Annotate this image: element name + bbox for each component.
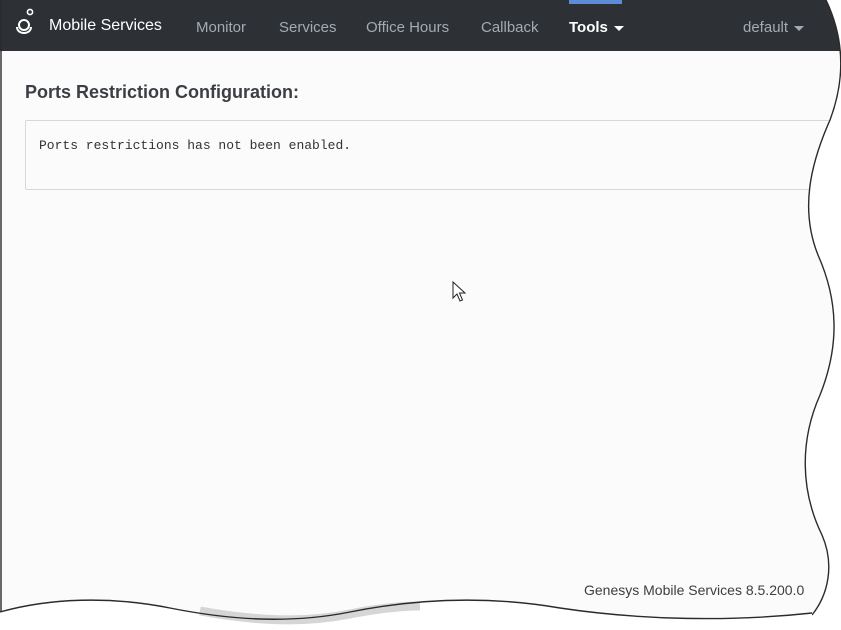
torn-edge-overlay [0,0,841,630]
